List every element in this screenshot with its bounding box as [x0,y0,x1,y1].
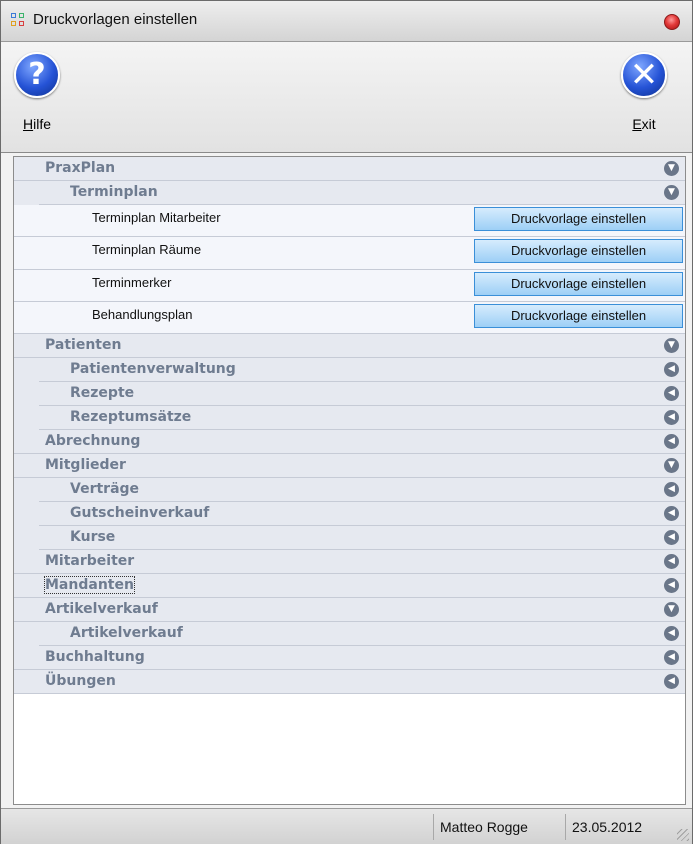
status-date: 23.05.2012 [565,814,665,840]
group-label: Mitglieder [45,457,126,473]
status-user: Matteo Rogge [433,814,565,840]
leaf-label: Terminmerker [92,275,172,290]
window-close-button[interactable] [664,14,680,30]
group-rezepte[interactable]: Rezepte ◀ [39,382,685,406]
chevron-left-icon[interactable]: ◀ [664,674,679,689]
indent-guide [14,358,40,430]
group-label: Rezepte [70,385,135,401]
group-artikelverkauf-sub[interactable]: Artikelverkauf ◀ [39,622,685,646]
group-praxplan[interactable]: PraxPlan ▼ [14,157,685,181]
group-gutscheinverkauf[interactable]: Gutscheinverkauf ◀ [39,502,685,526]
druckvorlage-button[interactable]: Druckvorlage einstellen [474,304,683,328]
group-artikelverkauf[interactable]: Artikelverkauf ▼ [14,598,685,622]
druckvorlage-button[interactable]: Druckvorlage einstellen [474,239,683,263]
group-mitarbeiter[interactable]: Mitarbeiter ◀ [14,550,685,574]
question-mark-icon: ? [14,52,60,98]
group-mitglieder[interactable]: Mitglieder ▼ [14,454,685,478]
group-mandanten[interactable]: Mandanten ◀ [14,574,685,598]
chevron-left-icon[interactable]: ◀ [664,554,679,569]
group-label: Mandanten [44,576,135,594]
leaf-label: Behandlungsplan [92,307,193,322]
group-label: Verträge [70,481,140,497]
group-label: Gutscheinverkauf [70,505,210,521]
leaf-label: Terminplan Mitarbeiter [92,210,221,225]
list-item: Behandlungsplan Druckvorlage einstellen [14,302,685,334]
leaf-label: Terminplan Räume [92,242,202,257]
toolbar: ? Hilfe ✕ Exit [1,42,692,153]
group-patientenverwaltung[interactable]: Patientenverwaltung ◀ [39,358,685,382]
group-label: Rezeptumsätze [70,409,192,425]
resize-grip-icon[interactable] [677,829,689,841]
indent-guide [14,478,40,550]
chevron-left-icon[interactable]: ◀ [664,650,679,665]
help-button[interactable]: ? Hilfe [7,52,67,132]
dialog-window: Druckvorlagen einstellen ? Hilfe ✕ Exit … [0,0,693,844]
group-kurse[interactable]: Kurse ◀ [39,526,685,550]
chevron-left-icon[interactable]: ◀ [664,410,679,425]
group-rezeptumsaetze[interactable]: Rezeptumsätze ◀ [39,406,685,430]
window-title: Druckvorlagen einstellen [33,11,198,28]
group-label: PraxPlan [45,160,116,176]
list-item: Terminplan Räume Druckvorlage einstellen [14,237,685,270]
group-label: Übungen [45,673,116,689]
exit-button[interactable]: ✕ Exit [614,52,674,132]
group-label: Abrechnung [45,433,141,449]
chevron-left-icon[interactable]: ◀ [664,434,679,449]
exit-label: Exit [632,116,656,132]
chevron-down-icon[interactable]: ▼ [664,161,679,176]
app-grid-icon [11,13,26,28]
group-uebungen[interactable]: Übungen ◀ [14,670,685,694]
chevron-left-icon[interactable]: ◀ [664,626,679,641]
chevron-left-icon[interactable]: ◀ [664,578,679,593]
group-label: Kurse [70,529,116,545]
group-label: Patienten [45,337,122,353]
group-label: Mitarbeiter [45,553,135,569]
chevron-down-icon[interactable]: ▼ [664,185,679,200]
group-label: Artikelverkauf [45,601,158,617]
group-terminplan[interactable]: Terminplan ▼ [39,181,685,205]
indent-guide [14,622,40,646]
list-item: Terminplan Mitarbeiter Druckvorlage eins… [14,205,685,237]
close-x-icon: ✕ [621,52,667,98]
chevron-down-icon[interactable]: ▼ [664,458,679,473]
group-vertraege[interactable]: Verträge ◀ [39,478,685,502]
group-label: Patientenverwaltung [70,361,236,377]
chevron-left-icon[interactable]: ◀ [664,482,679,497]
title-bar: Druckvorlagen einstellen [1,1,692,42]
druckvorlage-button[interactable]: Druckvorlage einstellen [474,207,683,231]
status-bar: Matteo Rogge 23.05.2012 [1,808,692,844]
group-label: Terminplan [70,184,158,200]
group-patienten[interactable]: Patienten ▼ [14,334,685,358]
chevron-left-icon[interactable]: ◀ [664,386,679,401]
group-buchhaltung[interactable]: Buchhaltung ◀ [14,646,685,670]
chevron-left-icon[interactable]: ◀ [664,530,679,545]
chevron-left-icon[interactable]: ◀ [664,506,679,521]
group-label: Buchhaltung [45,649,145,665]
help-label: Hilfe [22,116,52,132]
chevron-down-icon[interactable]: ▼ [664,338,679,353]
print-template-tree: PraxPlan ▼ Terminplan ▼ Terminplan Mitar… [13,156,686,805]
chevron-down-icon[interactable]: ▼ [664,602,679,617]
chevron-left-icon[interactable]: ◀ [664,362,679,377]
druckvorlage-button[interactable]: Druckvorlage einstellen [474,272,683,296]
list-item: Terminmerker Druckvorlage einstellen [14,270,685,302]
group-label: Artikelverkauf [70,625,183,641]
group-abrechnung[interactable]: Abrechnung ◀ [14,430,685,454]
